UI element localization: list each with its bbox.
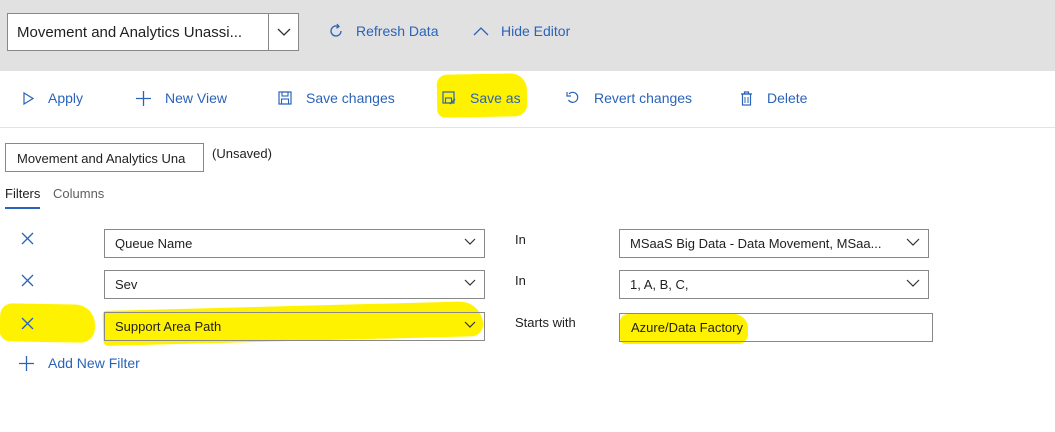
- hide-editor-label: Hide Editor: [501, 23, 571, 39]
- view-name-input[interactable]: Movement and Analytics Una: [5, 143, 204, 172]
- filter-value: 1, A, B, C,: [630, 277, 689, 292]
- filter-operator[interactable]: In: [515, 232, 526, 247]
- remove-filter-button[interactable]: [21, 272, 34, 290]
- play-icon: [23, 91, 34, 105]
- close-icon: [21, 274, 34, 287]
- filter-field-value: Queue Name: [115, 236, 193, 251]
- active-tab-indicator: [5, 207, 40, 209]
- filter-field-dropdown[interactable]: Queue Name: [104, 229, 485, 258]
- new-view-button[interactable]: New View: [136, 90, 227, 106]
- save-icon: [278, 91, 292, 105]
- hide-editor-button[interactable]: Hide Editor: [473, 23, 570, 39]
- revert-changes-label: Revert changes: [594, 90, 693, 106]
- add-new-filter-button[interactable]: Add New Filter: [19, 355, 140, 371]
- plus-icon: [19, 355, 34, 371]
- new-view-label: New View: [165, 90, 227, 106]
- filter-field-value: Sev: [115, 277, 138, 292]
- remove-filter-button[interactable]: [21, 315, 34, 333]
- save-changes-button[interactable]: Save changes: [278, 90, 395, 106]
- apply-label: Apply: [48, 90, 84, 106]
- save-as-button[interactable]: Save as: [442, 90, 521, 106]
- filter-value-input[interactable]: Azure/Data Factory: [619, 313, 933, 342]
- chevron-down-icon: [906, 238, 920, 246]
- chevron-up-icon: [473, 27, 489, 36]
- filter-field-value: Support Area Path: [115, 319, 222, 334]
- filter-field-dropdown[interactable]: Sev: [104, 270, 485, 299]
- filter-value-dropdown[interactable]: 1, A, B, C,: [619, 270, 929, 299]
- close-icon: [21, 317, 34, 330]
- add-new-filter-label: Add New Filter: [48, 355, 140, 371]
- save-changes-label: Save changes: [306, 90, 395, 106]
- tab-filters[interactable]: Filters: [5, 186, 40, 201]
- chevron-down-icon: [464, 238, 476, 245]
- filter-value: MSaaS Big Data - Data Movement, MSaa...: [630, 236, 882, 251]
- save-as-icon: [442, 91, 456, 105]
- filter-operator[interactable]: Starts with: [515, 315, 576, 330]
- chevron-down-icon: [906, 279, 920, 287]
- apply-button[interactable]: Apply: [23, 90, 83, 106]
- close-icon: [21, 232, 34, 245]
- refresh-icon: [330, 23, 342, 37]
- view-selector-dropdown[interactable]: Movement and Analytics Unassi...: [7, 13, 299, 51]
- chevron-down-icon: [464, 279, 476, 286]
- trash-icon: [741, 90, 752, 106]
- chevron-down-icon[interactable]: [268, 14, 298, 50]
- highlight-mark: [0, 303, 96, 343]
- remove-filter-button[interactable]: [21, 230, 34, 248]
- tab-columns[interactable]: Columns: [53, 186, 104, 201]
- refresh-data-button[interactable]: Refresh Data: [328, 23, 438, 39]
- filter-value-dropdown[interactable]: MSaaS Big Data - Data Movement, MSaa...: [619, 229, 929, 258]
- revert-changes-button[interactable]: Revert changes: [566, 90, 692, 106]
- filter-field-dropdown[interactable]: Support Area Path: [104, 312, 485, 341]
- delete-button[interactable]: Delete: [740, 90, 807, 106]
- refresh-data-label: Refresh Data: [356, 23, 439, 39]
- unsaved-status: (Unsaved): [212, 146, 272, 161]
- view-selector-value: Movement and Analytics Unassi...: [17, 24, 243, 41]
- plus-icon: [136, 90, 151, 106]
- delete-label: Delete: [767, 90, 808, 106]
- undo-icon: [566, 91, 579, 103]
- chevron-down-icon: [464, 321, 476, 328]
- save-as-label: Save as: [470, 90, 521, 106]
- filter-operator[interactable]: In: [515, 273, 526, 288]
